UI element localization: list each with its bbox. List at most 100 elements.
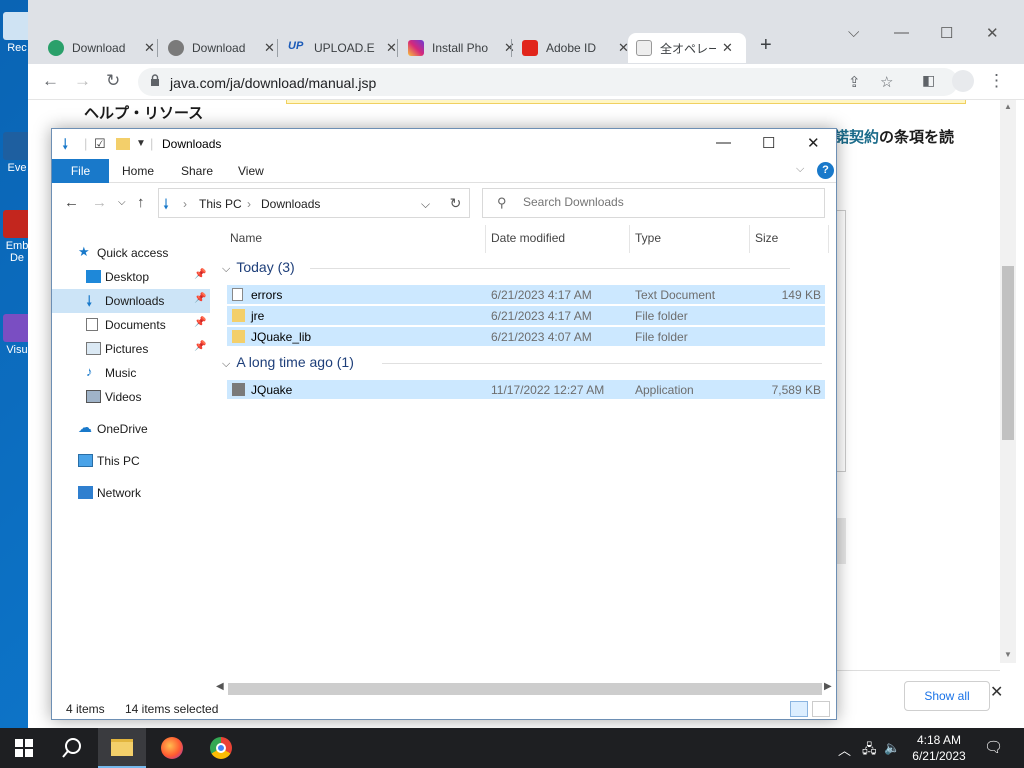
close-window-button[interactable]: ✕: [807, 134, 820, 152]
tab-share[interactable]: Share: [167, 159, 227, 183]
notifications-icon[interactable]: 🗨: [984, 738, 1003, 756]
tab-view[interactable]: View: [224, 159, 278, 183]
menu-icon[interactable]: ⋮: [988, 71, 1005, 91]
back-icon[interactable]: ←: [42, 71, 59, 91]
tab-home[interactable]: Home: [108, 159, 168, 183]
address-bar[interactable]: 🠗 › This PC › Downloads ⌵: [158, 188, 470, 218]
nav-network[interactable]: Network: [52, 481, 210, 505]
navigation-pane: ★ Quick access Desktop 📌 🠗 Downloads 📌 D…: [52, 225, 210, 685]
group-header-today[interactable]: ⌵ Today (3): [222, 259, 790, 276]
share-icon[interactable]: ⇪: [848, 73, 861, 91]
volume-icon[interactable]: 🔈: [884, 740, 900, 756]
nav-item-videos[interactable]: Videos: [52, 385, 210, 409]
taskbar-chrome[interactable]: [197, 728, 245, 768]
close-icon[interactable]: ✕: [722, 40, 733, 56]
scroll-thumb[interactable]: [1002, 266, 1014, 440]
clock[interactable]: 4:18 AM 6/21/2023: [906, 732, 972, 764]
recent-locations-icon[interactable]: ⌵: [118, 197, 126, 208]
forward-icon[interactable]: →: [74, 71, 91, 91]
address-bar[interactable]: java.com/ja/download/manual.jsp ⇪ ☆: [138, 68, 958, 96]
pin-icon: 📌: [194, 317, 207, 328]
breadcrumb-downloads[interactable]: Downloads: [261, 197, 320, 211]
scroll-right-icon[interactable]: ▶: [824, 681, 832, 692]
scroll-up-icon[interactable]: ▲: [1004, 102, 1012, 111]
properties-icon[interactable]: ☑: [94, 136, 106, 152]
maximize-button[interactable]: ☐: [940, 24, 953, 42]
forward-icon[interactable]: →: [92, 194, 107, 211]
tab-adobe-id[interactable]: Adobe ID ✕: [514, 33, 637, 63]
file-row[interactable]: errors 6/21/2023 4:17 AM Text Document 1…: [227, 284, 825, 304]
star-icon[interactable]: ☆: [880, 73, 893, 91]
tab-download-2[interactable]: Download ✕: [160, 33, 283, 63]
file-explorer-window: 🠗 | ☑ ▼ | Downloads — ☐ ✕ File Home Shar…: [51, 128, 837, 720]
new-tab-button[interactable]: +: [760, 34, 772, 57]
tab-install-photoshop[interactable]: Install Pho ✕: [400, 33, 523, 63]
scroll-left-icon[interactable]: ◀: [216, 681, 224, 692]
column-type[interactable]: Type: [635, 231, 661, 245]
close-icon[interactable]: ✕: [144, 40, 155, 56]
back-icon[interactable]: ←: [64, 194, 79, 211]
file-row[interactable]: JQuake_lib 6/21/2023 4:07 AM File folder: [227, 326, 825, 346]
new-folder-icon[interactable]: [116, 138, 130, 150]
group-header-long-ago[interactable]: ⌵ A long time ago (1): [222, 354, 822, 371]
search-input[interactable]: [523, 195, 803, 209]
show-all-button[interactable]: Show all: [904, 681, 990, 711]
help-icon[interactable]: ?: [817, 162, 834, 179]
tab-upload[interactable]: UP UPLOAD.E ✕: [280, 33, 405, 63]
tab-java-active[interactable]: 全オペレー ✕: [628, 33, 746, 63]
windows-icon: [15, 739, 33, 757]
up-folder-icon[interactable]: ↑: [137, 194, 145, 211]
status-bar: 4 items 14 items selected: [52, 699, 836, 719]
search-box[interactable]: ⚲: [482, 188, 825, 218]
nav-item-documents[interactable]: Documents 📌: [52, 313, 210, 337]
page-scrollbar[interactable]: ▲ ▼: [1000, 100, 1016, 663]
nav-item-downloads[interactable]: 🠗 Downloads 📌: [52, 289, 210, 313]
column-date-modified[interactable]: Date modified: [491, 231, 565, 245]
navigation-bar: ← → ⌵ ↑ 🠗 › This PC › Downloads ⌵ ↻ ⚲: [52, 185, 836, 221]
page-panel: [836, 210, 846, 472]
minimize-button[interactable]: —: [716, 134, 731, 151]
column-size[interactable]: Size: [755, 231, 778, 245]
terms-link[interactable]: 諾契約: [834, 129, 879, 146]
start-button[interactable]: [0, 728, 48, 768]
refresh-button[interactable]: ↻: [442, 188, 470, 218]
nav-item-pictures[interactable]: Pictures 📌: [52, 337, 210, 361]
column-name[interactable]: Name: [230, 231, 262, 245]
file-row[interactable]: JQuake 11/17/2022 12:27 AM Application 7…: [227, 379, 825, 399]
taskbar-file-explorer[interactable]: [98, 728, 146, 768]
nav-this-pc[interactable]: This PC: [52, 449, 210, 473]
search-button[interactable]: [48, 728, 96, 768]
tab-download-1[interactable]: Download ✕: [40, 33, 163, 63]
firefox-icon: [161, 737, 183, 759]
explorer-title-bar: 🠗 | ☑ ▼ | Downloads — ☐ ✕: [52, 129, 836, 159]
maximize-button[interactable]: ☐: [762, 134, 775, 152]
tab-search-icon[interactable]: ⌵: [848, 24, 859, 41]
nav-item-desktop[interactable]: Desktop 📌: [52, 265, 210, 289]
address-dropdown-icon[interactable]: ⌵: [421, 197, 430, 212]
file-row[interactable]: jre 6/21/2023 4:17 AM File folder: [227, 305, 825, 325]
taskbar-firefox[interactable]: [148, 728, 196, 768]
expand-ribbon-icon[interactable]: ⌵: [796, 163, 804, 176]
close-icon[interactable]: ✕: [264, 40, 275, 56]
horizontal-scrollbar[interactable]: ◀ ▶: [212, 681, 836, 697]
profile-avatar[interactable]: [952, 70, 974, 92]
minimize-button[interactable]: —: [894, 24, 909, 41]
show-hidden-icons[interactable]: ︿: [838, 740, 851, 759]
nav-quick-access[interactable]: ★ Quick access: [52, 241, 210, 265]
nav-item-music[interactable]: ♪ Music: [52, 361, 210, 385]
nav-onedrive[interactable]: ☁ OneDrive: [52, 417, 210, 441]
large-icons-view-button[interactable]: [812, 701, 830, 717]
close-window-button[interactable]: ✕: [986, 24, 999, 42]
customize-toolbar-icon[interactable]: ▼: [136, 138, 146, 149]
chevron-down-icon: ⌵: [222, 263, 231, 275]
side-panel-icon[interactable]: ◧: [922, 72, 935, 89]
reload-icon[interactable]: ↻: [106, 71, 120, 91]
details-view-button[interactable]: [790, 701, 808, 717]
network-icon[interactable]: 🖧: [862, 740, 877, 762]
tab-file[interactable]: File: [52, 159, 109, 183]
download-bar-close-icon[interactable]: ✕: [990, 682, 1003, 702]
close-icon[interactable]: ✕: [386, 40, 397, 56]
scroll-thumb[interactable]: [228, 683, 822, 695]
scroll-down-icon[interactable]: ▼: [1004, 650, 1012, 659]
breadcrumb-this-pc[interactable]: This PC: [199, 197, 242, 211]
